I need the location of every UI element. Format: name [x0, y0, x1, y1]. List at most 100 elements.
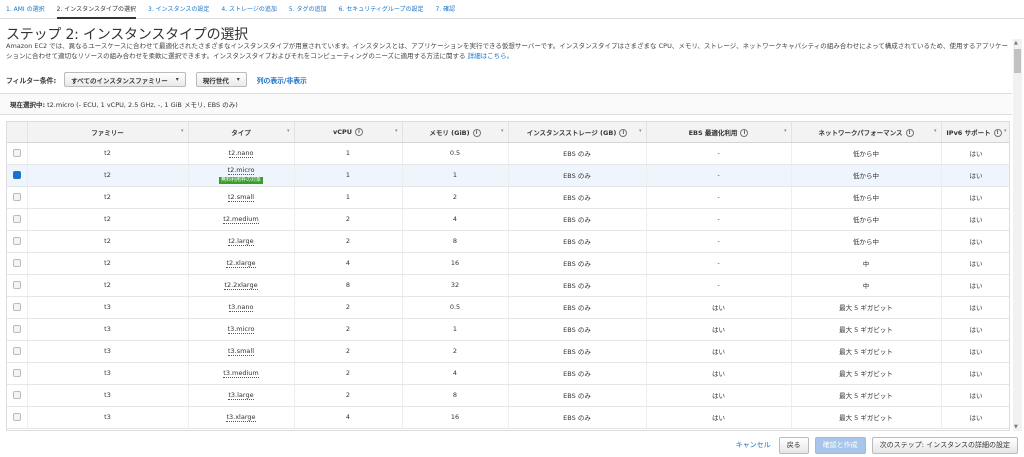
step-security-group[interactable]: 6. セキュリティグループの設定: [339, 0, 424, 19]
info-icon[interactable]: i: [619, 128, 628, 137]
page-scrollbar[interactable]: ▲ ▼: [1013, 39, 1022, 431]
table-row[interactable]: t3 t3.large 2 8 EBS のみ はい 最大 5 ギガビット はい: [7, 384, 1009, 407]
row-checkbox[interactable]: [12, 193, 21, 201]
row-checkbox[interactable]: [12, 369, 21, 377]
cell-type: t2.2xlarge: [188, 274, 295, 297]
details-link[interactable]: 詳細はこちら。: [468, 52, 514, 60]
info-icon[interactable]: i: [993, 128, 1002, 137]
row-checkbox[interactable]: [12, 259, 21, 267]
cell-storage: EBS のみ: [508, 318, 647, 341]
info-icon[interactable]: i: [355, 127, 364, 136]
scroll-down-icon[interactable]: ▼: [1014, 424, 1018, 430]
table-row[interactable]: t2 t2.2xlarge 8 32 EBS のみ - 中はい: [7, 274, 1009, 297]
table-row[interactable]: t2 t2.xlarge 4 16 EBS のみ - 中はい: [7, 252, 1009, 275]
cell-ebs: はい: [646, 340, 792, 363]
info-icon[interactable]: i: [905, 128, 914, 137]
row-select-cell[interactable]: [7, 296, 28, 319]
sort-icon: ▾: [933, 128, 937, 134]
sort-icon: ▾: [394, 128, 398, 134]
row-select-cell[interactable]: [7, 142, 28, 165]
family-filter-select[interactable]: すべてのインスタンスファミリー ▾: [64, 72, 186, 87]
row-checkbox[interactable]: [12, 149, 21, 157]
table-row[interactable]: t2 t2.nano 1 0.5 EBS のみ - 低から中 はい: [7, 142, 1009, 165]
row-select-cell[interactable]: [7, 274, 28, 297]
cell-ebs: -: [646, 142, 792, 165]
instance-type-name[interactable]: t2.medium: [223, 214, 259, 224]
next-step-button[interactable]: 次のステップ: インスタンスの詳細の設定: [871, 436, 1018, 454]
cell-network: 低から中: [791, 186, 942, 209]
cell-family: t2: [27, 186, 189, 209]
back-button[interactable]: 戻る: [778, 436, 809, 454]
row-checkbox[interactable]: [12, 171, 21, 179]
row-checkbox[interactable]: [12, 347, 21, 355]
instance-type-name[interactable]: t3.medium: [223, 368, 259, 378]
row-select-cell[interactable]: [7, 208, 28, 231]
table-row[interactable]: t2 t2.small 1 2 EBS のみ - 低から中 はい: [7, 186, 1009, 209]
instance-type-name[interactable]: t2.micro: [227, 166, 255, 175]
row-checkbox[interactable]: [12, 391, 21, 399]
row-checkbox[interactable]: [12, 237, 21, 245]
row-select-cell[interactable]: [7, 186, 28, 209]
row-checkbox[interactable]: [12, 303, 21, 311]
column-toggle-link[interactable]: 列の表示/非表示: [257, 75, 307, 85]
instance-type-name[interactable]: t2.large: [228, 236, 254, 246]
scrollbar-thumb[interactable]: [1014, 49, 1021, 73]
header-storage[interactable]: インスタンスストレージ (GB) i ▾: [508, 122, 647, 143]
table-row[interactable]: t2 t2.medium 2 4 EBS のみ - 低から中 はい: [7, 208, 1009, 231]
header-select: [7, 122, 28, 143]
review-and-launch-button[interactable]: 確認と作成: [814, 436, 866, 454]
cell-ebs: はい: [646, 318, 792, 341]
table-row[interactable]: t2 t2.large 2 8 EBS のみ - 低から中 はい: [7, 230, 1009, 253]
step-ami[interactable]: 1. AMI の選択: [6, 0, 45, 19]
cancel-link[interactable]: キャンセル: [736, 440, 771, 450]
row-select-cell[interactable]: [7, 406, 28, 429]
instance-type-name[interactable]: t2.xlarge: [226, 258, 256, 268]
instance-type-name[interactable]: t3.nano: [228, 302, 254, 312]
row-select-cell[interactable]: [7, 362, 28, 385]
table-row[interactable]: t3 t3.medium 2 4 EBS のみ はい 最大 5 ギガビット はい: [7, 362, 1009, 385]
generation-filter-select[interactable]: 現行世代 ▾: [195, 72, 247, 87]
table-row[interactable]: t3 t3.small 2 2 EBS のみ はい 最大 5 ギガビット はい: [7, 340, 1009, 363]
row-checkbox[interactable]: [12, 281, 21, 289]
cell-memory: 8: [402, 384, 509, 407]
scroll-up-icon[interactable]: ▲: [1014, 40, 1018, 46]
table-row[interactable]: t3 t3.nano 2 0.5 EBS のみ はい 最大 5 ギガビット はい: [7, 296, 1009, 319]
cell-family: t3: [27, 296, 189, 319]
instance-type-name[interactable]: t3.xlarge: [226, 412, 256, 422]
row-select-cell[interactable]: [7, 340, 28, 363]
instance-type-name[interactable]: t2.small: [227, 192, 255, 202]
header-ebs[interactable]: EBS 最適化利用 i ▾: [646, 122, 792, 143]
row-checkbox[interactable]: [12, 215, 21, 223]
instance-type-name[interactable]: t3.large: [228, 390, 254, 400]
row-select-cell[interactable]: [7, 230, 28, 253]
header-memory[interactable]: メモリ (GiB) i ▾: [402, 122, 509, 143]
row-select-cell[interactable]: [7, 384, 28, 407]
cell-ebs: -: [646, 252, 792, 275]
row-select-cell[interactable]: [7, 252, 28, 275]
header-network[interactable]: ネットワークパフォーマンス i ▾: [791, 122, 942, 143]
step-add-storage[interactable]: 4. ストレージの追加: [221, 0, 277, 19]
info-icon[interactable]: i: [472, 128, 481, 137]
table-row[interactable]: t3 t3.micro 2 1 EBS のみ はい 最大 5 ギガビット はい: [7, 318, 1009, 341]
cell-ipv6: はい: [941, 186, 1009, 209]
header-ipv6[interactable]: IPv6 サポート i ▾: [941, 122, 1009, 143]
table-row[interactable]: t2 t2.micro 無料利用枠の対象 1 1 EBS のみ - 低から中 はい: [7, 164, 1009, 187]
row-checkbox[interactable]: [12, 325, 21, 333]
header-type[interactable]: タイプ ▾: [188, 122, 295, 143]
header-family[interactable]: ファミリー ▾: [27, 122, 189, 143]
step-configure-instance[interactable]: 3. インスタンスの設定: [148, 0, 209, 19]
info-icon[interactable]: i: [740, 128, 749, 137]
step-instance-type[interactable]: 2. インスタンスタイプの選択: [56, 0, 136, 19]
row-select-cell[interactable]: [7, 164, 28, 187]
row-select-cell[interactable]: [7, 318, 28, 341]
header-vcpu[interactable]: vCPU i ▾: [294, 122, 403, 143]
instance-type-name[interactable]: t2.nano: [228, 148, 254, 158]
cell-network: 低から中: [791, 208, 942, 231]
instance-type-name[interactable]: t3.micro: [227, 324, 255, 334]
instance-type-name[interactable]: t2.2xlarge: [224, 280, 258, 290]
step-review[interactable]: 7. 確認: [435, 0, 455, 19]
row-checkbox[interactable]: [12, 413, 21, 421]
step-add-tags[interactable]: 5. タグの追加: [289, 0, 327, 19]
table-row[interactable]: t3 t3.xlarge 4 16 EBS のみ はい 最大 5 ギガビット はい: [7, 406, 1009, 429]
instance-type-name[interactable]: t3.small: [227, 346, 255, 356]
